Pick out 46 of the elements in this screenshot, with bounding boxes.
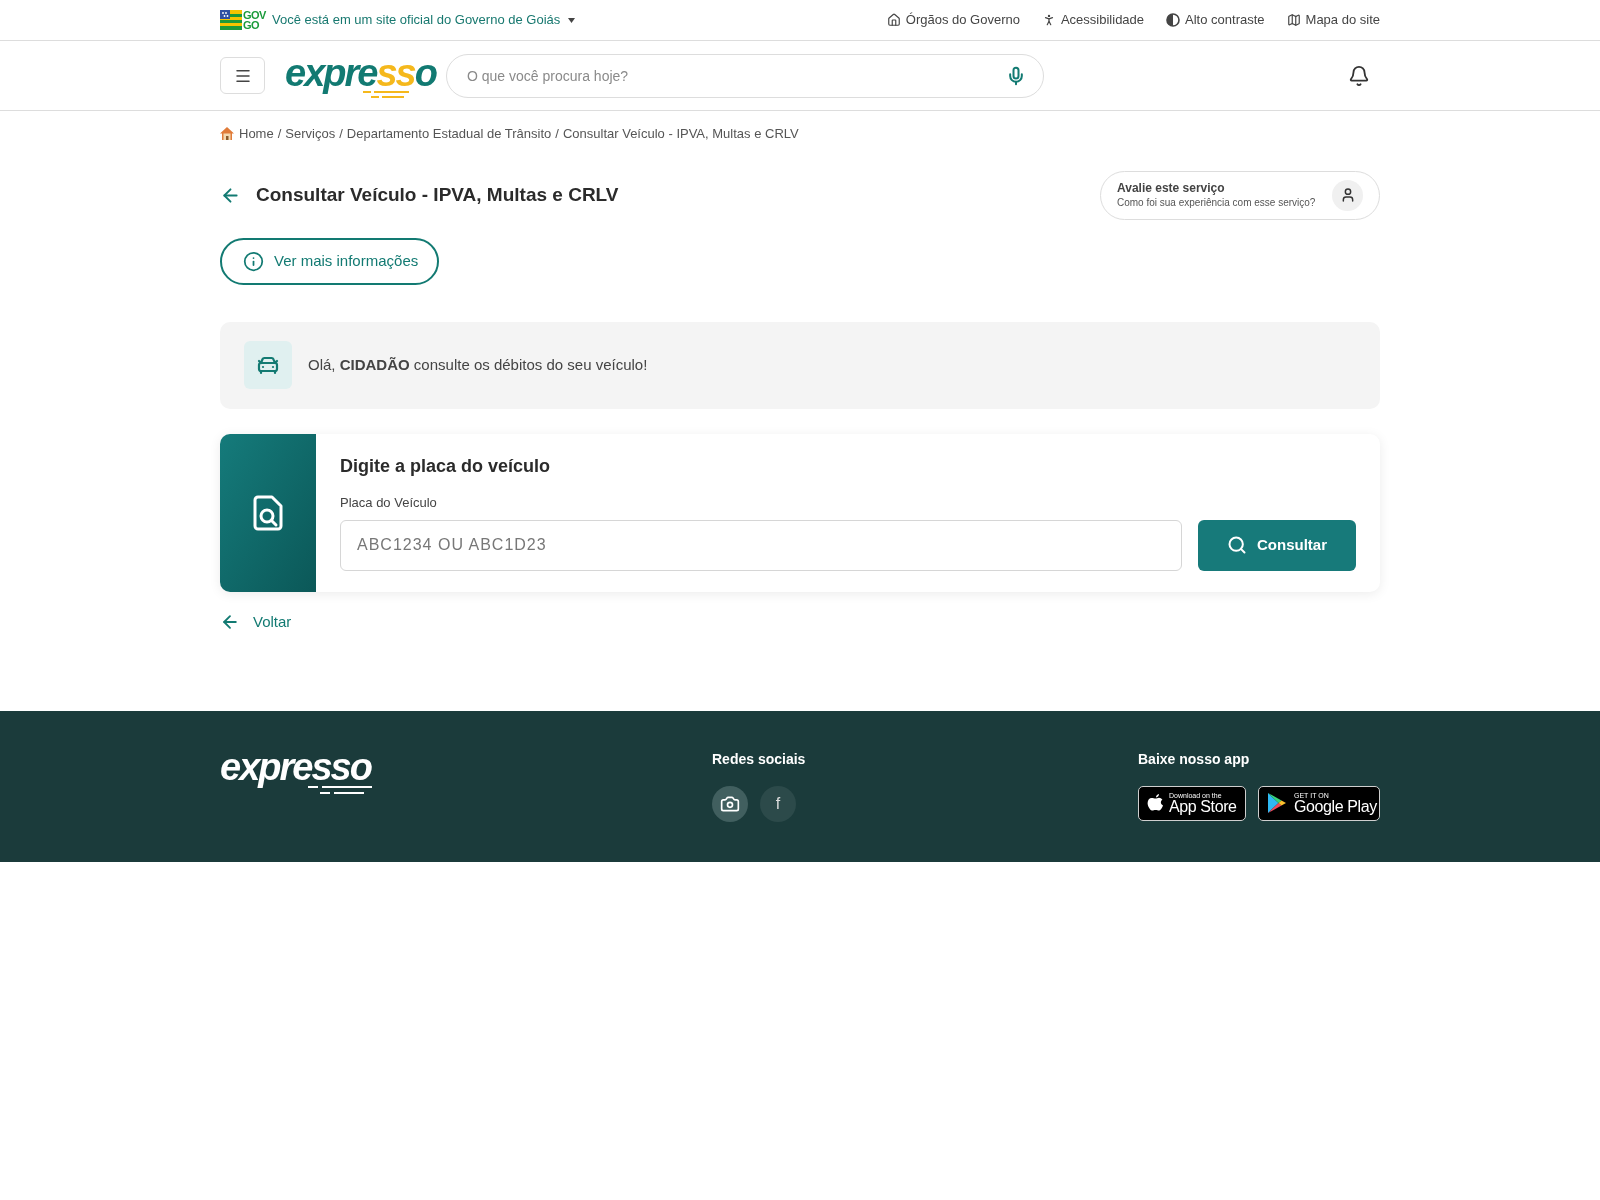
top-nav-link[interactable]: Alto contraste	[1166, 10, 1265, 30]
caret-icon	[568, 17, 576, 23]
search-icon	[1227, 535, 1247, 555]
gov-logo-text: GOV GO	[243, 10, 266, 30]
play-triangle-icon	[1267, 792, 1287, 814]
footer-heading: Baixe nosso app	[1138, 749, 1250, 769]
breadcrumb-separator: /	[339, 125, 343, 143]
breadcrumb-link[interactable]: Home	[239, 124, 274, 144]
apple-icon	[1147, 793, 1164, 813]
more-info-button[interactable]: Ver mais informações	[220, 237, 439, 285]
expresso-logo: expresso	[220, 746, 371, 787]
user-icon	[1332, 179, 1363, 211]
top-nav-link[interactable]: Acessibilidade	[1041, 10, 1145, 30]
breadcrumb-link[interactable]: Serviços	[285, 124, 336, 144]
breadcrumb-link[interactable]: Departamento Estadual de Trânsito	[346, 124, 552, 144]
form-heading: Digite a placa do veículo	[340, 454, 551, 478]
rate-service-button[interactable]: Avalie este serviço Como foi sua experiência com esse serviço?	[1100, 170, 1380, 220]
document-search-icon	[253, 494, 283, 531]
greeting-text: Olá, CIDADÃO consulte os débitos do seu veículo!	[308, 354, 648, 375]
half-filled-circle-icon	[1166, 13, 1181, 27]
house-icon	[886, 13, 901, 27]
top-nav-link[interactable]: Mapa do site	[1286, 10, 1380, 30]
bell-icon	[1348, 64, 1370, 87]
footer-heading: Redes sociais	[712, 749, 806, 769]
microphone-icon[interactable]	[1006, 65, 1026, 86]
page-title: Consultar Veículo - IPVA, Multas e CRLV	[256, 182, 619, 207]
breadcrumb-separator: /	[277, 125, 282, 143]
expresso-logo: expresso	[285, 53, 436, 93]
field-label: Placa do Veículo	[340, 493, 437, 512]
social-link[interactable]: f	[760, 785, 796, 822]
breadcrumb-link[interactable]: Consultar Veículo - IPVA, Multas e CRLV	[562, 124, 799, 144]
info-icon	[243, 250, 264, 272]
plate-input-field[interactable]: ABC1234 OU ABC1D23	[340, 519, 1182, 571]
breadcrumb-separator: /	[555, 125, 559, 143]
notifications-button[interactable]	[1348, 64, 1370, 87]
flag-icon	[220, 10, 242, 30]
official-site-notice[interactable]: Você está em um site oficial do Governo de Goiás	[271, 10, 576, 30]
house-icon	[220, 127, 234, 141]
consult-button[interactable]: Consultar	[1198, 519, 1356, 571]
social-link[interactable]	[712, 785, 748, 822]
top-nav-link[interactable]: Órgãos do Governo	[886, 10, 1020, 30]
car-icon	[244, 341, 292, 389]
back-link[interactable]: Voltar	[220, 611, 292, 632]
map-icon	[1286, 13, 1301, 27]
search-field[interactable]: O que você procura hoje?	[446, 53, 1044, 98]
menu-button[interactable]	[220, 57, 265, 94]
